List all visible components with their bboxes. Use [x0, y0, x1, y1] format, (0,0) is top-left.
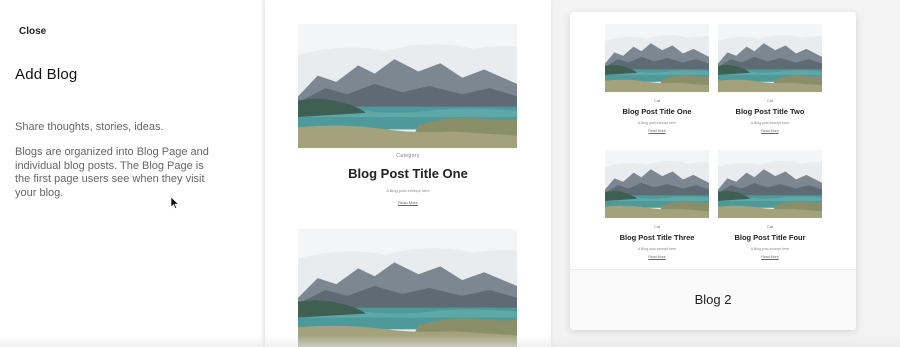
post-category: Cat: [766, 98, 774, 103]
post-title: Blog Post Title One: [348, 166, 468, 181]
panel-tagline: Share thoughts, stories, ideas.: [15, 121, 164, 133]
grid-post: Cat Blog Post Title One A Blog post exce…: [605, 24, 709, 133]
landscape-image-icon: [718, 24, 822, 92]
post-title: Blog Post Title Two: [735, 107, 805, 116]
landscape-image-icon: [605, 24, 709, 92]
template-gallery: Category Blog Post Title One A Blog post…: [262, 0, 900, 347]
panel-description: Blogs are organized into Blog Page and i…: [15, 146, 209, 199]
read-more-link: Read More: [761, 129, 779, 133]
landscape-image-icon: [298, 229, 517, 347]
post-meta: A Blog post excerpt here: [386, 188, 430, 193]
panel-title: Add Blog: [15, 66, 78, 83]
grid-post: Cat Blog Post Title Four A Blog post exc…: [718, 150, 822, 259]
read-more-link: Read More: [761, 255, 779, 259]
post-meta: A Blog post excerpt here: [750, 121, 790, 125]
post-category: Category: [396, 153, 420, 159]
post-title: Blog Post Title Three: [619, 233, 695, 242]
template-label: Blog 2: [694, 292, 732, 307]
post-title: Blog Post Title Four: [734, 233, 806, 242]
post-category: Cat: [653, 98, 661, 103]
post-meta: A Blog post excerpt here: [637, 247, 677, 251]
landscape-image-icon: [718, 150, 822, 218]
read-more-link: Read More: [398, 200, 418, 205]
add-blog-panel: Close Add Blog Share thoughts, stories, …: [0, 0, 262, 347]
landscape-image-icon: [605, 150, 709, 218]
read-more-link: Read More: [648, 129, 666, 133]
post-category: Cat: [653, 224, 661, 229]
post-category: Cat: [766, 224, 774, 229]
grid-post: Cat Blog Post Title Two A Blog post exce…: [718, 24, 822, 133]
post-meta: A Blog post excerpt here: [637, 121, 677, 125]
read-more-link: Read More: [648, 255, 666, 259]
template-preview: Cat Blog Post Title One A Blog post exce…: [570, 12, 856, 269]
post-title: Blog Post Title One: [622, 107, 692, 116]
blog-template-card-1[interactable]: Category Blog Post Title One A Blog post…: [265, 0, 551, 347]
blog-template-card-2[interactable]: Cat Blog Post Title One A Blog post exce…: [570, 12, 856, 330]
close-button[interactable]: Close: [19, 26, 46, 37]
mouse-pointer-icon: [170, 196, 179, 209]
grid-post: Cat Blog Post Title Three A Blog post ex…: [605, 150, 709, 259]
post-meta: A Blog post excerpt here: [750, 247, 790, 251]
landscape-image-icon: [298, 24, 517, 148]
template-footer: Blog 2: [570, 269, 856, 330]
